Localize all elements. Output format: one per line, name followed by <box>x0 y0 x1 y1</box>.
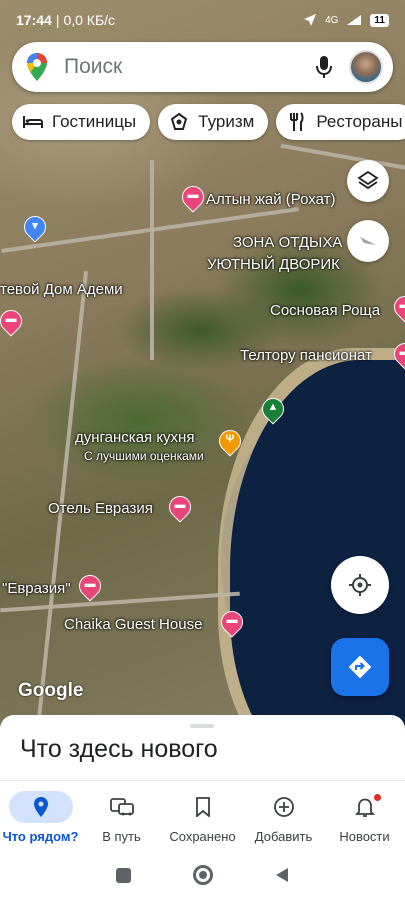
maps-pin-icon <box>27 53 47 81</box>
place-label[interactable]: Алтын жай (Рохат) <box>206 191 336 208</box>
sheet-title: Что здесь нового <box>20 735 218 763</box>
nav-updates[interactable]: Новости <box>324 781 405 850</box>
maps-screen: ▬ ▾ ▬ ▬ ▬ ▬ ▲ Ψ ▬ ▬ ▬ Алтын жай (Рохат) … <box>0 0 405 900</box>
compass-icon <box>360 237 376 245</box>
place-label[interactable]: Chaika Guest House <box>64 616 202 633</box>
chip-restaurants[interactable]: Рестораны <box>276 104 405 140</box>
bottom-sheet[interactable]: Что здесь нового <box>0 715 405 787</box>
chip-label: Рестораны <box>316 112 403 131</box>
hotel-pin[interactable]: ▬ <box>164 491 196 523</box>
status-separator: | <box>55 12 60 28</box>
chip-hotels[interactable]: Гостиницы <box>12 104 151 140</box>
place-label[interactable]: Сосновая Роща <box>270 302 380 319</box>
hotel-pin[interactable]: ▬ <box>74 570 106 602</box>
nav-label: Добавить <box>254 829 313 844</box>
signal-icon <box>347 15 362 25</box>
shop-pin[interactable]: ▾ <box>19 211 51 243</box>
home-button[interactable] <box>193 865 213 885</box>
network-type: 4G <box>325 14 339 26</box>
fork-knife-icon <box>286 111 308 133</box>
status-time: 17:44 <box>16 12 52 28</box>
nav-label: В путь <box>102 829 141 844</box>
avatar[interactable] <box>349 50 383 84</box>
mic-icon[interactable] <box>309 52 339 82</box>
directions-icon <box>348 655 372 679</box>
my-location-button[interactable] <box>331 556 389 614</box>
hotel-pin[interactable]: ▬ <box>389 338 405 370</box>
search-input[interactable]: Поиск <box>64 55 309 79</box>
camera-icon <box>168 111 190 133</box>
drag-handle[interactable] <box>190 724 214 728</box>
place-label[interactable]: ЗОНА ОТДЫХА <box>233 234 342 251</box>
place-label[interactable]: Телтору пансионат <box>240 347 372 364</box>
road <box>150 160 154 360</box>
notification-dot <box>374 794 381 801</box>
bed-icon <box>22 111 44 133</box>
place-label[interactable]: "Евразия" <box>2 580 71 597</box>
nav-go[interactable]: В путь <box>81 781 162 850</box>
chip-label: Туризм <box>198 112 255 131</box>
nav-label: Новости <box>339 829 390 844</box>
chip-tourism[interactable]: Туризм <box>158 104 269 140</box>
search-bar[interactable]: Поиск <box>12 42 393 92</box>
my-location-icon <box>349 574 371 596</box>
chip-label: Гостиницы <box>52 112 137 131</box>
hotel-pin[interactable]: ▬ <box>216 606 248 638</box>
compass-button[interactable] <box>347 220 389 262</box>
battery-indicator: 11 <box>370 13 389 27</box>
location-pin-icon <box>8 791 73 823</box>
road <box>280 143 405 171</box>
google-logo: Google <box>18 680 84 701</box>
recents-button[interactable] <box>116 867 131 883</box>
system-nav-bar <box>0 850 405 900</box>
hotel-pin[interactable]: ▬ <box>0 305 27 337</box>
bookmark-icon <box>171 791 235 823</box>
location-arrow-icon <box>304 14 317 26</box>
place-label[interactable]: дунганская кухня <box>75 429 194 446</box>
nav-label: Что рядом? <box>2 829 79 844</box>
category-chips: Гостиницы Туризм Рестораны <box>12 104 405 140</box>
directions-button[interactable] <box>331 638 389 696</box>
place-label[interactable]: УЮТНЫЙ ДВОРИК <box>207 256 340 273</box>
add-circle-icon <box>252 791 316 823</box>
back-icon[interactable] <box>275 867 289 883</box>
park-pin[interactable]: ▲ <box>257 393 289 425</box>
hotel-pin[interactable]: ▬ <box>177 181 209 213</box>
status-icons: 4G 11 <box>303 13 389 27</box>
status-bar: 17:44 | 0,0 КБ/с 4G 11 <box>0 0 405 40</box>
nav-contribute[interactable]: Добавить <box>243 781 324 850</box>
nav-saved[interactable]: Сохранено <box>162 781 243 850</box>
commute-icon <box>90 791 154 823</box>
place-label[interactable]: тевой Дом Адеми <box>0 281 123 298</box>
restaurant-pin[interactable]: Ψ <box>214 425 246 457</box>
place-sublabel: С лучшими оценками <box>84 449 204 463</box>
nav-label: Сохранено <box>169 829 236 844</box>
place-label[interactable]: Отель Евразия <box>48 500 153 517</box>
bottom-nav: Что рядом? В путь Сохранено Добавить Нов… <box>0 780 405 850</box>
bell-icon <box>333 791 397 823</box>
status-speed: 0,0 КБ/с <box>63 12 116 28</box>
layers-icon <box>357 170 379 190</box>
layers-button[interactable] <box>347 160 389 202</box>
hotel-pin[interactable]: ▬ <box>389 291 405 323</box>
nav-explore[interactable]: Что рядом? <box>0 781 81 850</box>
